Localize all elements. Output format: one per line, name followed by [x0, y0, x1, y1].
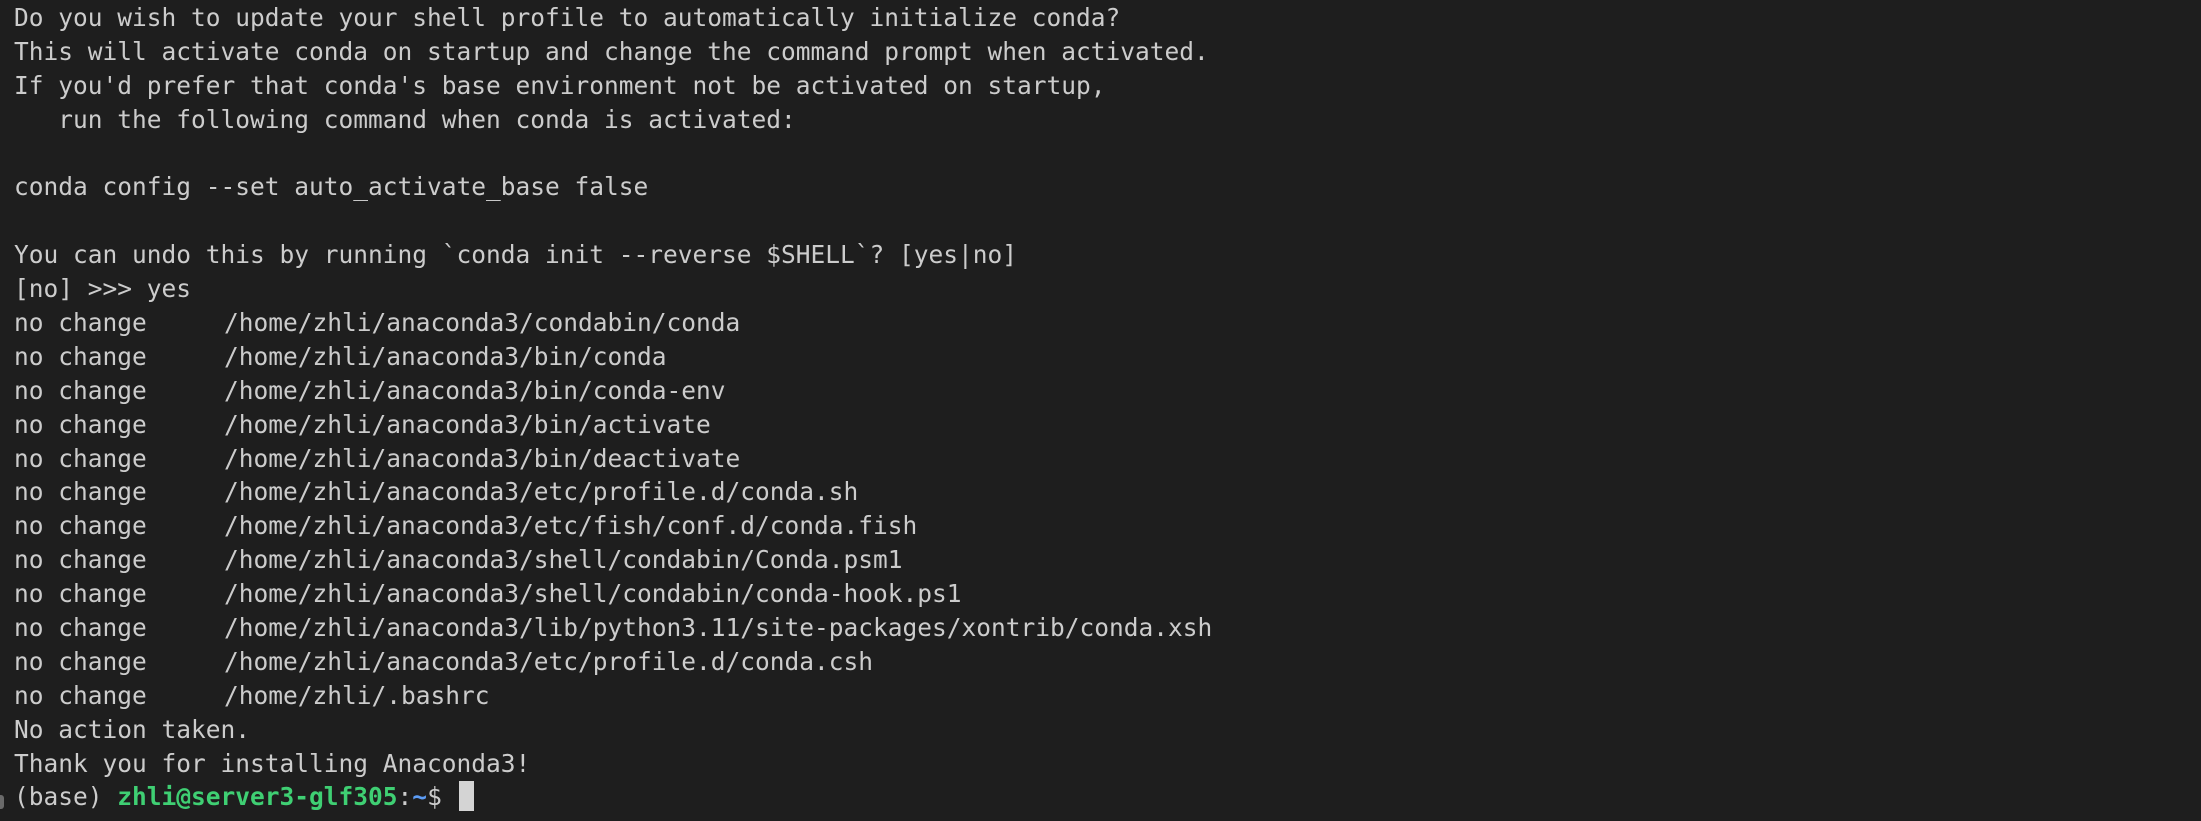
output-line: No action taken. [14, 714, 251, 744]
output-line: conda config --set auto_activate_base fa… [14, 172, 649, 202]
change-status: no change [14, 680, 147, 710]
change-status: no change [14, 646, 147, 676]
installer-summary-text: No action taken. Thank you for installing… [14, 713, 2201, 781]
change-status: no change [14, 579, 147, 609]
output-line: run the following command when conda is … [14, 104, 796, 134]
shell-prompt-line[interactable]: (base) zhli@server3-glf305:~$ [14, 780, 2201, 814]
change-row: no change/home/zhli/anaconda3/bin/conda [14, 340, 2201, 374]
prompt-cwd: ~ [412, 782, 428, 812]
conda-init-results: no change/home/zhli/anaconda3/condabin/c… [14, 306, 2201, 713]
output-line: You can undo this by running `conda init… [14, 240, 1018, 270]
change-path: /home/zhli/anaconda3/lib/python3.11/site… [224, 613, 1213, 643]
change-row: no change/home/zhli/.bashrc [14, 679, 2201, 713]
change-status: no change [14, 409, 147, 439]
installer-prompt-text: Do you wish to update your shell profile… [14, 1, 2201, 306]
change-status: no change [14, 511, 147, 541]
prompt-env: (base) [14, 782, 118, 812]
change-path: /home/zhli/anaconda3/bin/activate [224, 409, 711, 439]
change-path: /home/zhli/anaconda3/etc/profile.d/conda… [224, 646, 874, 676]
output-line: If you'd prefer that conda's base enviro… [14, 70, 1106, 100]
output-line: This will activate conda on startup and … [14, 36, 1209, 66]
change-row: no change/home/zhli/anaconda3/etc/fish/c… [14, 509, 2201, 543]
change-row: no change/home/zhli/anaconda3/bin/deacti… [14, 442, 2201, 476]
change-path: /home/zhli/anaconda3/bin/conda-env [224, 375, 726, 405]
change-path: /home/zhli/anaconda3/bin/conda [224, 341, 667, 371]
change-path: /home/zhli/.bashrc [224, 680, 490, 710]
output-line: Thank you for installing Anaconda3! [14, 748, 531, 778]
prompt-separator: : [397, 782, 413, 812]
output-line: Do you wish to update your shell profile… [14, 3, 1121, 32]
prompt-user-host: zhli@server3-glf305 [117, 782, 398, 812]
change-row: no change/home/zhli/anaconda3/etc/profil… [14, 475, 2201, 509]
change-path: /home/zhli/anaconda3/etc/fish/conf.d/con… [224, 511, 918, 541]
change-row: no change/home/zhli/anaconda3/condabin/c… [14, 306, 2201, 340]
change-path: /home/zhli/anaconda3/condabin/conda [224, 308, 741, 338]
scrollbar-marker[interactable] [0, 795, 4, 809]
prompt-symbol: $ [427, 782, 457, 812]
change-status: no change [14, 375, 147, 405]
change-row: no change/home/zhli/anaconda3/bin/activa… [14, 408, 2201, 442]
change-path: /home/zhli/anaconda3/shell/condabin/Cond… [224, 545, 903, 575]
change-path: /home/zhli/anaconda3/shell/condabin/cond… [224, 579, 962, 609]
change-row: no change/home/zhli/anaconda3/lib/python… [14, 611, 2201, 645]
change-row: no change/home/zhli/anaconda3/etc/profil… [14, 645, 2201, 679]
change-status: no change [14, 341, 147, 371]
output-line: [no] >>> yes [14, 274, 192, 304]
change-path: /home/zhli/anaconda3/etc/profile.d/conda… [224, 477, 859, 507]
change-status: no change [14, 443, 147, 473]
change-row: no change/home/zhli/anaconda3/shell/cond… [14, 543, 2201, 577]
change-row: no change/home/zhli/anaconda3/shell/cond… [14, 577, 2201, 611]
text-cursor[interactable] [458, 781, 474, 812]
change-path: /home/zhli/anaconda3/bin/deactivate [224, 443, 741, 473]
change-status: no change [14, 613, 147, 643]
change-row: no change/home/zhli/anaconda3/bin/conda-… [14, 374, 2201, 408]
terminal-window[interactable]: Do you wish to update your shell profile… [0, 0, 2201, 821]
change-status: no change [14, 308, 147, 338]
change-status: no change [14, 477, 147, 507]
change-status: no change [14, 545, 147, 575]
